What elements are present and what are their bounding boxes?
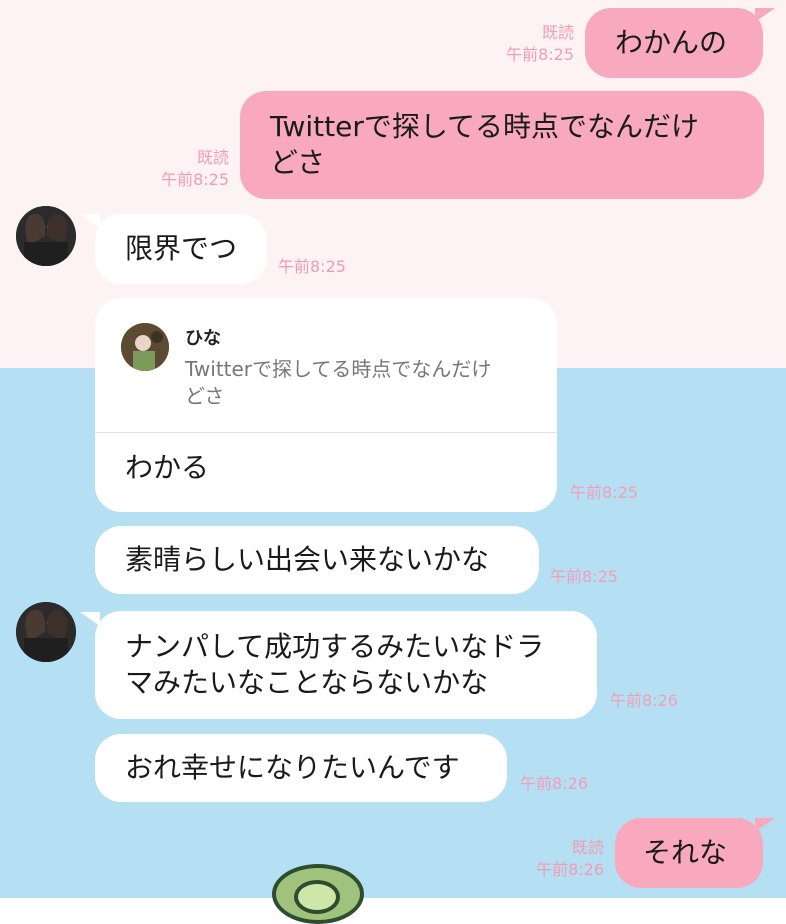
message-text: ナンパして成功するみたいなドラ マみたいなことならないかな [125, 630, 545, 699]
message-meta: 既読 午前8:25 [125, 147, 229, 191]
avatar-image [16, 206, 76, 266]
message-text: わかんの [615, 26, 728, 59]
message-time: 午前8:25 [506, 45, 574, 64]
sticker-inner-shape [294, 880, 340, 914]
read-receipt: 既読 [571, 838, 604, 857]
message-text: 限界でつ [125, 232, 238, 265]
reply-message-bubble[interactable]: ひな Twitterで探してる時点でなんだけ どさ わかる [95, 298, 557, 512]
bubble-tail [755, 818, 775, 832]
quoted-sender-avatar [121, 323, 169, 371]
message-time: 午前8:25 [161, 170, 229, 189]
message-text: わかる [125, 451, 210, 484]
quoted-sender-name: ひな [185, 328, 221, 349]
message-text: Twitterで探してる時点でなんだけ どさ [270, 110, 700, 179]
incoming-message-bubble[interactable]: 限界でつ [95, 214, 267, 284]
read-receipt: 既読 [196, 148, 229, 167]
message-time: 午前8:26 [536, 860, 604, 879]
message-meta: 既読 午前8:25 [470, 22, 574, 66]
incoming-message-bubble[interactable]: おれ幸せになりたいんです [95, 734, 507, 802]
incoming-message-bubble[interactable]: 素晴らしい出会い来ないかな [95, 526, 539, 594]
message-text: 素晴らしい出会い来ないかな [125, 543, 490, 576]
bubble-tail [80, 214, 100, 228]
contact-avatar[interactable] [16, 206, 76, 266]
outgoing-message-bubble[interactable]: わかんの [585, 8, 763, 78]
message-time: 午前8:25 [570, 483, 638, 502]
sticker-image[interactable] [272, 864, 364, 924]
avatar-image [16, 602, 76, 662]
avatar-image [121, 323, 169, 371]
message-text: それな [643, 836, 728, 869]
message-time: 午前8:26 [520, 774, 588, 793]
incoming-message-bubble[interactable]: ナンパして成功するみたいなドラ マみたいなことならないかな [95, 611, 597, 719]
contact-avatar[interactable] [16, 602, 76, 662]
outgoing-message-bubble[interactable]: それな [615, 818, 763, 888]
message-meta: 既読 午前8:26 [500, 837, 604, 881]
outgoing-message-bubble[interactable]: Twitterで探してる時点でなんだけ どさ [240, 91, 764, 199]
read-receipt: 既読 [541, 23, 574, 42]
message-text: おれ幸せになりたいんです [125, 751, 460, 784]
message-time: 午前8:26 [610, 691, 678, 710]
bubble-tail [755, 8, 775, 22]
message-time: 午前8:25 [278, 257, 346, 276]
quoted-message-text[interactable]: Twitterで探してる時点でなんだけ どさ [185, 356, 541, 410]
message-time: 午前8:25 [550, 567, 618, 586]
reply-divider [95, 432, 557, 433]
